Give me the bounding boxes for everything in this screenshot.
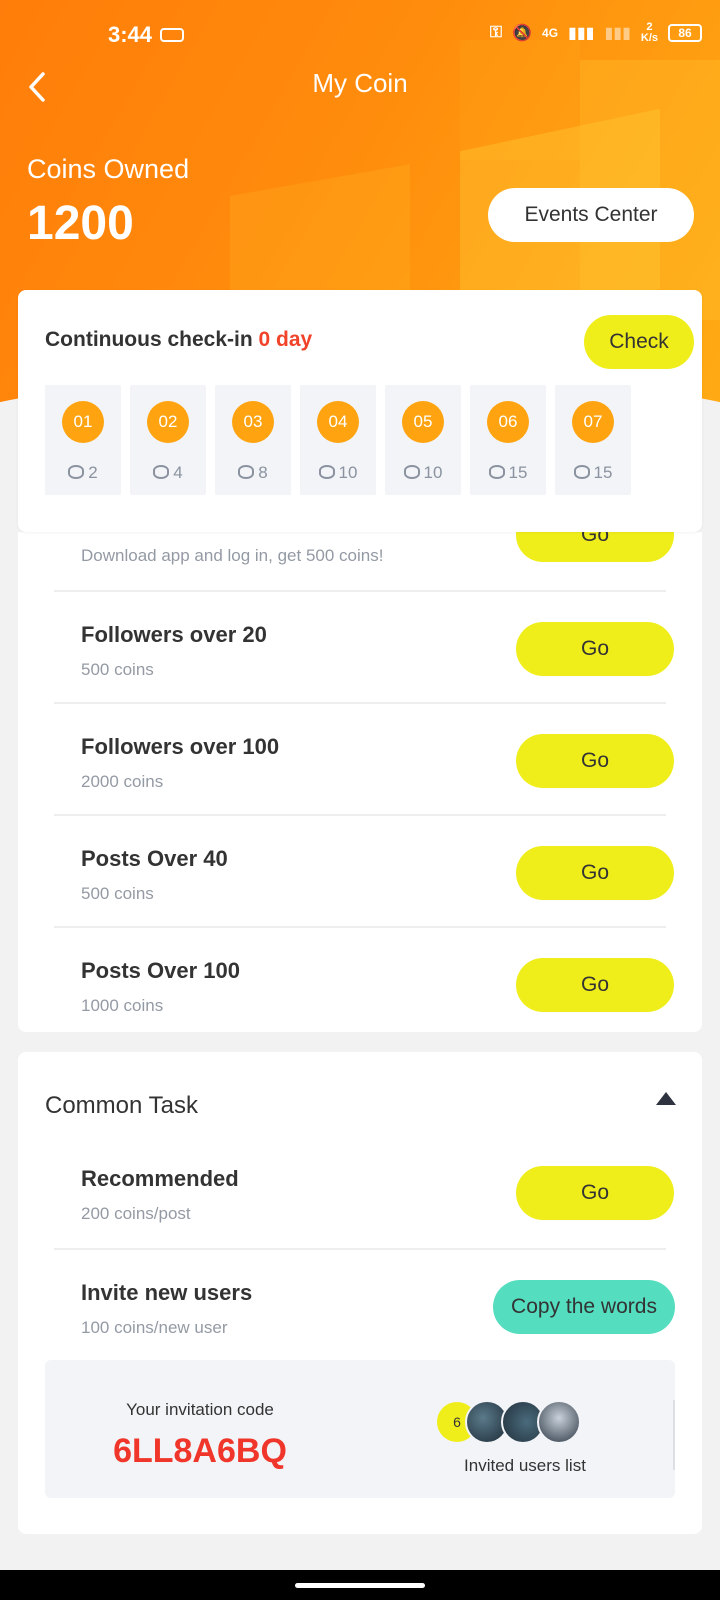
network-label: 4G: [542, 26, 559, 40]
task-go-button[interactable]: Go: [516, 846, 674, 900]
coins-owned-value: 1200: [27, 197, 134, 250]
checkin-days: 0 day: [258, 328, 313, 351]
checkin-day: 01 2: [45, 385, 121, 495]
day-reward-value: 15: [508, 463, 528, 482]
task-subtitle: 200 coins/post: [81, 1204, 191, 1223]
coin-icon: [488, 465, 505, 479]
day-reward-value: 2: [88, 463, 98, 482]
task-row: Invite new users 100 coins/new user Copy…: [54, 1248, 675, 1360]
task-title: Invite new users: [81, 1280, 253, 1305]
task-row: Posts Over 40 500 coins Go: [54, 814, 674, 926]
system-nav-bar: [0, 1570, 720, 1600]
invited-users-avatars[interactable]: 6: [435, 1400, 595, 1444]
coin-icon: [68, 465, 85, 479]
day-reward: 8: [215, 463, 291, 483]
common-task-title: Common Task: [45, 1092, 198, 1119]
task-row: Posts Over 100 1000 coins Go: [54, 926, 674, 1032]
home-gesture-handle[interactable]: [295, 1583, 425, 1588]
day-number: 05: [402, 401, 444, 443]
notification-icon: [160, 28, 184, 42]
copy-words-button[interactable]: Copy the words: [493, 1280, 675, 1334]
check-in-button[interactable]: Check: [584, 315, 694, 369]
checkin-day: 03 8: [215, 385, 291, 495]
coin-icon: [318, 465, 335, 479]
coin-icon: [153, 465, 170, 479]
task-title: Posts Over 100: [81, 958, 240, 983]
invitation-code[interactable]: 6LL8A6BQ: [45, 1432, 355, 1471]
task-title: Posts Over 40: [81, 846, 228, 871]
key-icon: ⚿: [489, 24, 503, 41]
day-reward-value: 15: [593, 463, 613, 482]
signal-icon: ▮▮▮: [568, 25, 595, 42]
coins-owned-label: Coins Owned: [27, 154, 190, 184]
checkin-day: 04 10: [300, 385, 376, 495]
day-number: 01: [62, 401, 104, 443]
task-subtitle: 500 coins: [81, 660, 154, 679]
task-subtitle: 1000 coins: [81, 996, 164, 1015]
task-title: Recommended: [81, 1166, 239, 1191]
coin-icon: [573, 465, 590, 479]
task-go-button[interactable]: Go: [516, 622, 674, 676]
coin-icon: [238, 465, 255, 479]
invited-users-list-link[interactable]: Invited users list: [440, 1456, 610, 1476]
checkin-day: 07 15: [555, 385, 631, 495]
task-go-button[interactable]: Go: [516, 958, 674, 1012]
task-row: Recommended 200 coins/post Go: [54, 1136, 674, 1248]
day-reward-value: 8: [258, 463, 268, 482]
task-go-button[interactable]: Go: [516, 734, 674, 788]
events-center-button[interactable]: Events Center: [488, 188, 694, 242]
page-title: My Coin: [312, 68, 408, 98]
battery-icon: 86: [668, 24, 702, 42]
common-task-card: Common Task Recommended 200 coins/post G…: [18, 1052, 702, 1534]
checkin-title: Continuous check-in 0 day: [45, 328, 312, 352]
invitation-code-label: Your invitation code: [126, 1400, 274, 1419]
status-bar: 3:44 ⚿ 🔕 4G ▮▮▮ ▮▮▮ 2 K/s 86: [0, 0, 720, 70]
day-number: 03: [232, 401, 274, 443]
invitation-panel: Your invitation code 6LL8A6BQ 6 Invited …: [45, 1360, 675, 1498]
task-row: Followers over 100 2000 coins Go: [54, 702, 674, 814]
day-reward: 2: [45, 463, 121, 483]
coin-icon: [403, 465, 420, 479]
tasks-list: Download app and log in, get 500 coins! …: [18, 532, 702, 1032]
task-go-button[interactable]: Go: [516, 1166, 674, 1220]
task-subtitle: 2000 coins: [81, 772, 164, 791]
task-title: Followers over 20: [81, 622, 267, 647]
divider: [673, 1400, 675, 1470]
mute-icon: 🔕: [512, 25, 533, 42]
task-title: Followers over 100: [81, 734, 280, 759]
task-subtitle: Download app and log in, get 500 coins!: [81, 546, 384, 565]
day-reward: 10: [300, 463, 376, 483]
day-reward: 15: [470, 463, 546, 483]
day-number: 07: [572, 401, 614, 443]
task-subtitle: 500 coins: [81, 884, 154, 903]
day-reward: 10: [385, 463, 461, 483]
checkin-card: Continuous check-in 0 day Check 01 2 02 …: [18, 290, 702, 532]
day-number: 04: [317, 401, 359, 443]
day-reward-value: 10: [338, 463, 358, 482]
task-row: Download app and log in, get 500 coins! …: [54, 532, 674, 590]
day-number: 02: [147, 401, 189, 443]
day-number: 06: [487, 401, 529, 443]
speed-unit: K/s: [640, 32, 658, 44]
task-go-button[interactable]: Go: [516, 532, 674, 562]
checkin-day: 02 4: [130, 385, 206, 495]
status-time: 3:44: [108, 22, 153, 47]
day-reward-value: 4: [173, 463, 183, 482]
checkin-day: 06 15: [470, 385, 546, 495]
checkin-days-row: 01 2 02 4 03 8 04 10 05 10 06 15 07 15: [45, 385, 631, 495]
day-reward-value: 10: [423, 463, 443, 482]
checkin-label: Continuous check-in: [45, 328, 253, 351]
avatar: [537, 1400, 581, 1444]
task-row: Followers over 20 500 coins Go: [54, 590, 674, 702]
day-reward: 15: [555, 463, 631, 483]
speed-indicator: 2 K/s: [641, 22, 658, 44]
status-icons: ⚿ 🔕 4G ▮▮▮ ▮▮▮ 2 K/s 86: [490, 22, 702, 44]
task-subtitle: 100 coins/new user: [81, 1318, 228, 1337]
collapse-up-icon[interactable]: [656, 1092, 676, 1105]
checkin-day: 05 10: [385, 385, 461, 495]
day-reward: 4: [130, 463, 206, 483]
signal-weak-icon: ▮▮▮: [604, 25, 631, 42]
